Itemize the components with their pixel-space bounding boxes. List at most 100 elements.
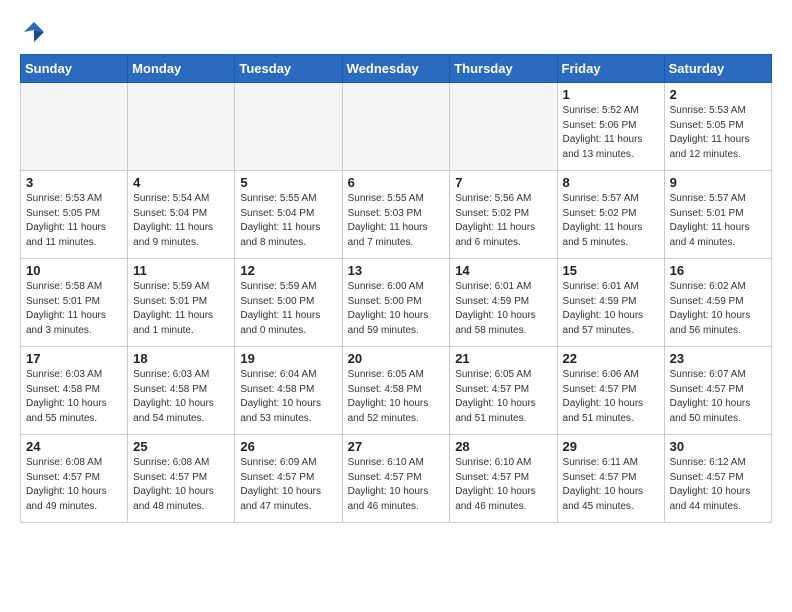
day-info: Sunrise: 5:57 AM Sunset: 5:02 PM Dayligh…: [563, 192, 659, 250]
day-number: 9: [670, 175, 766, 190]
calendar-cell: [450, 83, 557, 171]
day-info: Sunrise: 6:03 AM Sunset: 4:58 PM Dayligh…: [26, 368, 122, 426]
calendar-cell: [342, 83, 450, 171]
day-number: 19: [240, 351, 336, 366]
calendar-cell: 27 Sunrise: 6:10 AM Sunset: 4:57 PM Dayli…: [342, 435, 450, 523]
calendar-cell: 30 Sunrise: 6:12 AM Sunset: 4:57 PM Dayli…: [664, 435, 771, 523]
weekday-header-row: SundayMondayTuesdayWednesdayThursdayFrid…: [21, 55, 772, 83]
calendar-cell: 11 Sunrise: 5:59 AM Sunset: 5:01 PM Dayli…: [128, 259, 235, 347]
weekday-header-monday: Monday: [128, 55, 235, 83]
day-info: Sunrise: 5:59 AM Sunset: 5:00 PM Dayligh…: [240, 280, 336, 338]
week-row-5: 24 Sunrise: 6:08 AM Sunset: 4:57 PM Dayli…: [21, 435, 772, 523]
day-number: 5: [240, 175, 336, 190]
calendar-cell: 12 Sunrise: 5:59 AM Sunset: 5:00 PM Dayli…: [235, 259, 342, 347]
weekday-header-saturday: Saturday: [664, 55, 771, 83]
weekday-header-wednesday: Wednesday: [342, 55, 450, 83]
day-info: Sunrise: 6:02 AM Sunset: 4:59 PM Dayligh…: [670, 280, 766, 338]
day-info: Sunrise: 5:55 AM Sunset: 5:04 PM Dayligh…: [240, 192, 336, 250]
day-info: Sunrise: 5:53 AM Sunset: 5:05 PM Dayligh…: [26, 192, 122, 250]
day-number: 8: [563, 175, 659, 190]
page-header: [20, 20, 772, 44]
calendar-cell: 17 Sunrise: 6:03 AM Sunset: 4:58 PM Dayli…: [21, 347, 128, 435]
day-number: 4: [133, 175, 229, 190]
calendar-cell: [128, 83, 235, 171]
day-info: Sunrise: 5:52 AM Sunset: 5:06 PM Dayligh…: [563, 104, 659, 162]
logo-icon: [22, 20, 46, 44]
day-number: 13: [348, 263, 445, 278]
weekday-header-friday: Friday: [557, 55, 664, 83]
day-info: Sunrise: 5:59 AM Sunset: 5:01 PM Dayligh…: [133, 280, 229, 338]
week-row-2: 3 Sunrise: 5:53 AM Sunset: 5:05 PM Daylig…: [21, 171, 772, 259]
day-info: Sunrise: 6:00 AM Sunset: 5:00 PM Dayligh…: [348, 280, 445, 338]
day-number: 3: [26, 175, 122, 190]
day-info: Sunrise: 6:10 AM Sunset: 4:57 PM Dayligh…: [348, 456, 445, 514]
day-number: 26: [240, 439, 336, 454]
week-row-3: 10Sunrise: 5:58 AM Sunset: 5:01 PM Dayli…: [21, 259, 772, 347]
day-number: 12: [240, 263, 336, 278]
calendar-cell: 2Sunrise: 5:53 AM Sunset: 5:05 PM Daylig…: [664, 83, 771, 171]
day-number: 17: [26, 351, 122, 366]
calendar-cell: 14Sunrise: 6:01 AM Sunset: 4:59 PM Dayli…: [450, 259, 557, 347]
calendar-cell: 13 Sunrise: 6:00 AM Sunset: 5:00 PM Dayli…: [342, 259, 450, 347]
day-info: Sunrise: 5:55 AM Sunset: 5:03 PM Dayligh…: [348, 192, 445, 250]
calendar-cell: 29 Sunrise: 6:11 AM Sunset: 4:57 PM Dayli…: [557, 435, 664, 523]
day-number: 7: [455, 175, 551, 190]
logo: [20, 20, 46, 44]
calendar-cell: 16 Sunrise: 6:02 AM Sunset: 4:59 PM Dayli…: [664, 259, 771, 347]
calendar-cell: 21 Sunrise: 6:05 AM Sunset: 4:57 PM Dayli…: [450, 347, 557, 435]
day-number: 28: [455, 439, 551, 454]
day-number: 24: [26, 439, 122, 454]
calendar-cell: 26 Sunrise: 6:09 AM Sunset: 4:57 PM Dayli…: [235, 435, 342, 523]
day-info: Sunrise: 6:05 AM Sunset: 4:58 PM Dayligh…: [348, 368, 445, 426]
day-info: Sunrise: 6:07 AM Sunset: 4:57 PM Dayligh…: [670, 368, 766, 426]
calendar-cell: 15 Sunrise: 6:01 AM Sunset: 4:59 PM Dayli…: [557, 259, 664, 347]
day-info: Sunrise: 6:04 AM Sunset: 4:58 PM Dayligh…: [240, 368, 336, 426]
calendar-cell: 8 Sunrise: 5:57 AM Sunset: 5:02 PM Daylig…: [557, 171, 664, 259]
day-info: Sunrise: 6:06 AM Sunset: 4:57 PM Dayligh…: [563, 368, 659, 426]
weekday-header-sunday: Sunday: [21, 55, 128, 83]
weekday-header-thursday: Thursday: [450, 55, 557, 83]
day-number: 10: [26, 263, 122, 278]
day-number: 25: [133, 439, 229, 454]
day-info: Sunrise: 6:11 AM Sunset: 4:57 PM Dayligh…: [563, 456, 659, 514]
calendar-cell: 1Sunrise: 5:52 AM Sunset: 5:06 PM Daylig…: [557, 83, 664, 171]
calendar-cell: 25 Sunrise: 6:08 AM Sunset: 4:57 PM Dayli…: [128, 435, 235, 523]
day-info: Sunrise: 5:54 AM Sunset: 5:04 PM Dayligh…: [133, 192, 229, 250]
day-number: 15: [563, 263, 659, 278]
calendar-cell: 7 Sunrise: 5:56 AM Sunset: 5:02 PM Daylig…: [450, 171, 557, 259]
day-number: 14: [455, 263, 551, 278]
day-info: Sunrise: 6:09 AM Sunset: 4:57 PM Dayligh…: [240, 456, 336, 514]
day-info: Sunrise: 6:08 AM Sunset: 4:57 PM Dayligh…: [26, 456, 122, 514]
calendar-cell: [235, 83, 342, 171]
calendar-cell: 28Sunrise: 6:10 AM Sunset: 4:57 PM Dayli…: [450, 435, 557, 523]
day-number: 29: [563, 439, 659, 454]
calendar-cell: 20 Sunrise: 6:05 AM Sunset: 4:58 PM Dayli…: [342, 347, 450, 435]
day-info: Sunrise: 6:12 AM Sunset: 4:57 PM Dayligh…: [670, 456, 766, 514]
calendar-cell: 5 Sunrise: 5:55 AM Sunset: 5:04 PM Daylig…: [235, 171, 342, 259]
day-info: Sunrise: 5:53 AM Sunset: 5:05 PM Dayligh…: [670, 104, 766, 162]
calendar-cell: 24 Sunrise: 6:08 AM Sunset: 4:57 PM Dayli…: [21, 435, 128, 523]
day-number: 6: [348, 175, 445, 190]
day-number: 22: [563, 351, 659, 366]
day-info: Sunrise: 6:01 AM Sunset: 4:59 PM Dayligh…: [563, 280, 659, 338]
day-info: Sunrise: 5:56 AM Sunset: 5:02 PM Dayligh…: [455, 192, 551, 250]
day-info: Sunrise: 6:03 AM Sunset: 4:58 PM Dayligh…: [133, 368, 229, 426]
calendar-cell: 10Sunrise: 5:58 AM Sunset: 5:01 PM Dayli…: [21, 259, 128, 347]
day-number: 21: [455, 351, 551, 366]
day-info: Sunrise: 6:05 AM Sunset: 4:57 PM Dayligh…: [455, 368, 551, 426]
week-row-4: 17 Sunrise: 6:03 AM Sunset: 4:58 PM Dayli…: [21, 347, 772, 435]
week-row-1: 1Sunrise: 5:52 AM Sunset: 5:06 PM Daylig…: [21, 83, 772, 171]
day-info: Sunrise: 6:08 AM Sunset: 4:57 PM Dayligh…: [133, 456, 229, 514]
calendar-cell: 6 Sunrise: 5:55 AM Sunset: 5:03 PM Daylig…: [342, 171, 450, 259]
day-number: 16: [670, 263, 766, 278]
calendar-cell: 3 Sunrise: 5:53 AM Sunset: 5:05 PM Daylig…: [21, 171, 128, 259]
day-number: 23: [670, 351, 766, 366]
day-number: 27: [348, 439, 445, 454]
day-number: 20: [348, 351, 445, 366]
day-number: 18: [133, 351, 229, 366]
calendar-cell: 19 Sunrise: 6:04 AM Sunset: 4:58 PM Dayli…: [235, 347, 342, 435]
calendar-cell: 4 Sunrise: 5:54 AM Sunset: 5:04 PM Daylig…: [128, 171, 235, 259]
day-number: 11: [133, 263, 229, 278]
day-info: Sunrise: 5:57 AM Sunset: 5:01 PM Dayligh…: [670, 192, 766, 250]
day-number: 30: [670, 439, 766, 454]
